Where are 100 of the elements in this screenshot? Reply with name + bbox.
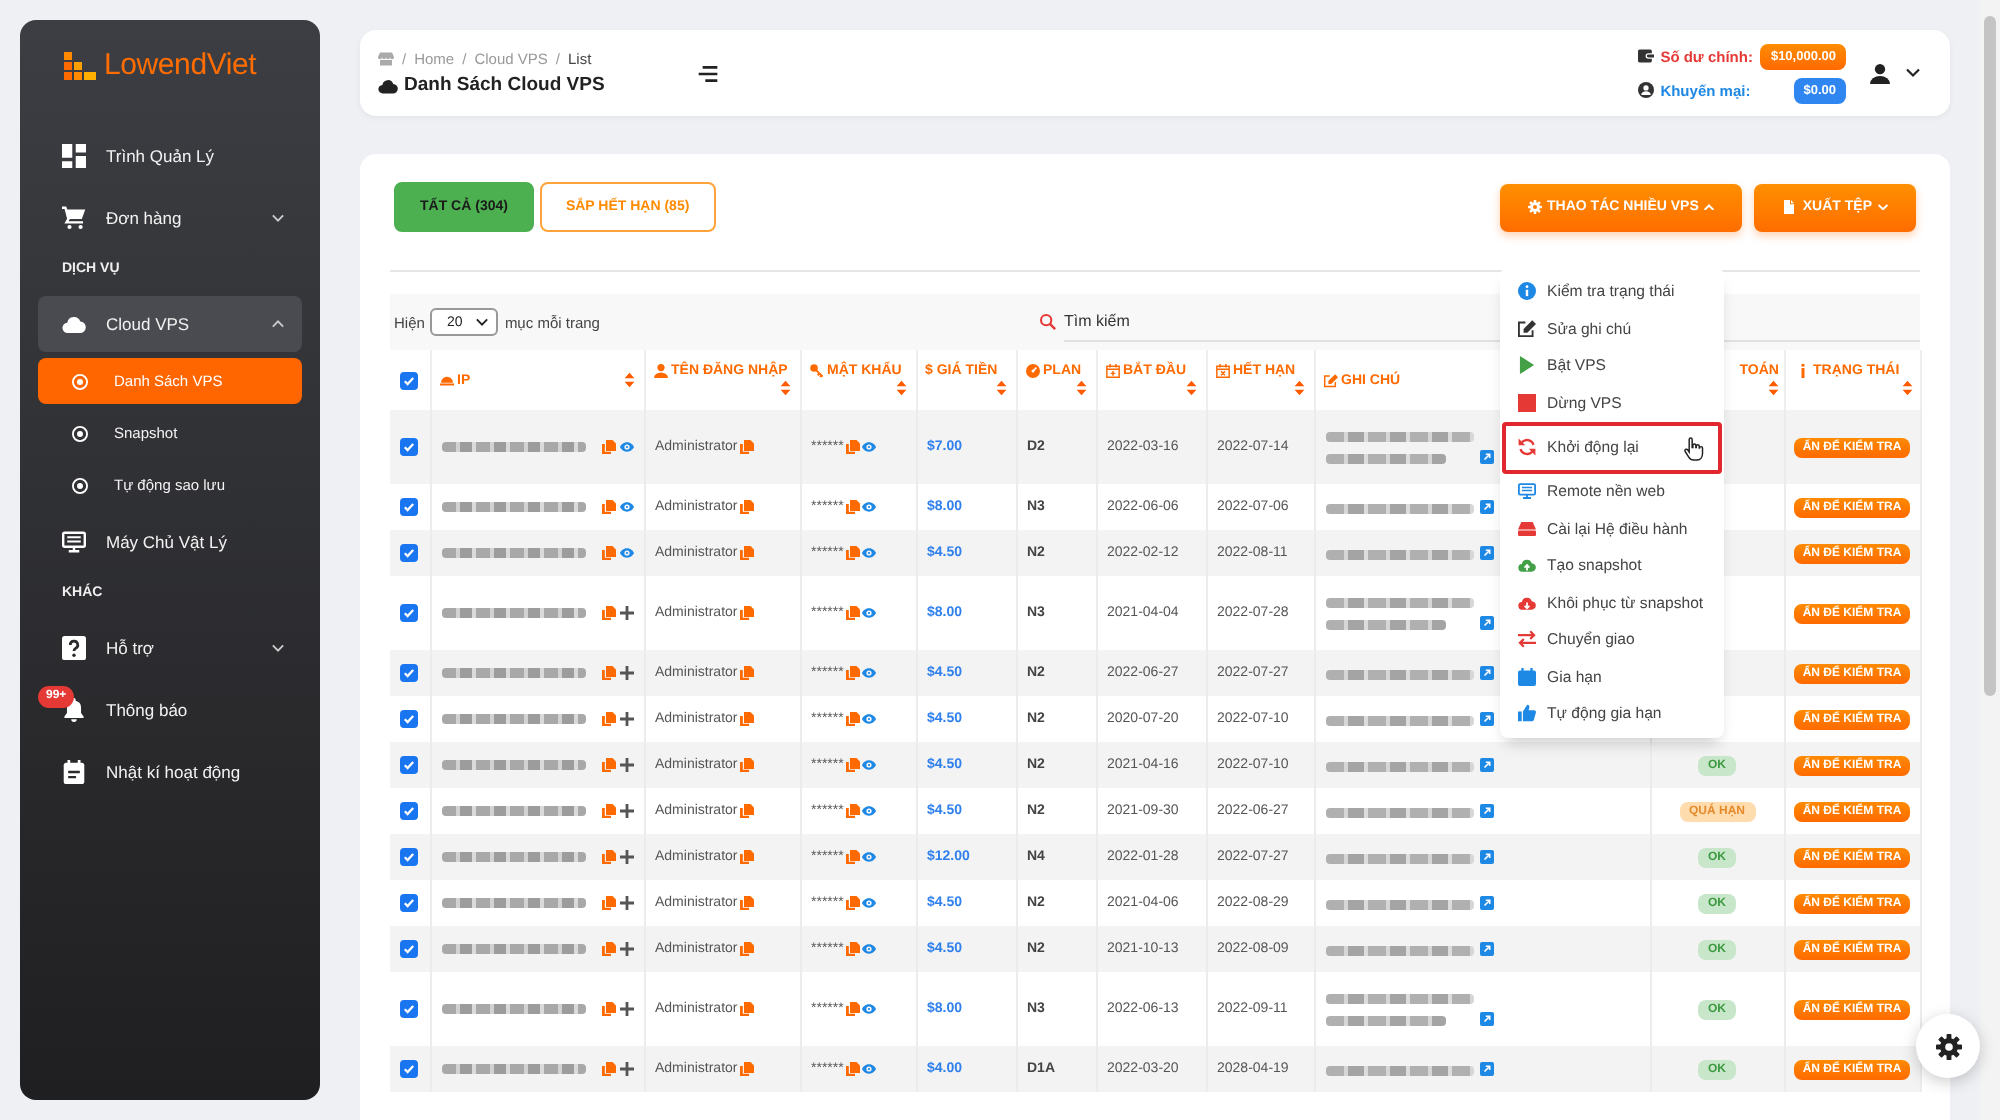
menu-icon[interactable] [698, 65, 718, 81]
copy-icon[interactable] [845, 606, 860, 620]
external-link-icon[interactable] [1479, 449, 1493, 463]
sort-icon[interactable] [996, 380, 1007, 396]
copy-icon[interactable] [845, 1002, 860, 1016]
copy-icon[interactable] [845, 546, 860, 560]
row-checkbox[interactable] [400, 664, 418, 682]
plus-icon[interactable] [619, 850, 633, 864]
external-link-icon[interactable] [1479, 500, 1493, 514]
copy-icon[interactable] [845, 758, 860, 772]
copy-icon[interactable] [739, 942, 754, 956]
eye-icon[interactable] [861, 942, 876, 956]
plus-icon[interactable] [619, 1002, 633, 1016]
copy-icon[interactable] [739, 896, 754, 910]
row-checkbox[interactable] [400, 604, 418, 622]
row-checkbox[interactable] [400, 710, 418, 728]
copy-icon[interactable] [845, 942, 860, 956]
sort-icon[interactable] [1076, 380, 1087, 396]
sidebar-item[interactable]: Máy Chủ Vật Lý [38, 514, 302, 570]
copy-icon[interactable] [739, 546, 754, 560]
select-all-checkbox[interactable] [400, 371, 418, 389]
plus-icon[interactable] [619, 1062, 633, 1076]
eye-icon[interactable] [861, 440, 876, 454]
plus-icon[interactable] [619, 942, 633, 956]
plus-icon[interactable] [619, 758, 633, 772]
copy-icon[interactable] [601, 500, 615, 514]
copy-icon[interactable] [845, 712, 860, 726]
plus-icon[interactable] [619, 896, 633, 910]
eye-icon[interactable] [861, 850, 876, 864]
row-checkbox[interactable] [400, 894, 418, 912]
plus-icon[interactable] [619, 606, 633, 620]
sort-icon[interactable] [1902, 380, 1913, 396]
row-checkbox[interactable] [400, 498, 418, 516]
plus-icon[interactable] [619, 804, 633, 818]
external-link-icon[interactable] [1479, 896, 1493, 910]
settings-button[interactable] [1916, 1014, 1980, 1078]
external-link-icon[interactable] [1479, 1011, 1493, 1025]
external-link-icon[interactable] [1479, 942, 1493, 956]
scrollbar-thumb[interactable] [1984, 16, 1996, 696]
user-menu-button[interactable] [1870, 63, 1920, 83]
copy-icon[interactable] [739, 804, 754, 818]
copy-icon[interactable] [845, 804, 860, 818]
row-checkbox[interactable] [400, 802, 418, 820]
external-link-icon[interactable] [1479, 758, 1493, 772]
eye-icon[interactable] [861, 758, 876, 772]
eye-icon[interactable] [861, 804, 876, 818]
external-link-icon[interactable] [1479, 712, 1493, 726]
eye-icon[interactable] [619, 546, 633, 560]
external-link-icon[interactable] [1479, 666, 1493, 680]
copy-icon[interactable] [739, 666, 754, 680]
store-icon[interactable] [378, 52, 394, 66]
eye-icon[interactable] [861, 666, 876, 680]
external-link-icon[interactable] [1479, 546, 1493, 560]
sidebar-item[interactable]: Nhật kí hoạt động [38, 744, 302, 800]
copy-icon[interactable] [601, 440, 615, 454]
row-checkbox[interactable] [400, 544, 418, 562]
copy-icon[interactable] [845, 896, 860, 910]
row-checkbox[interactable] [400, 1000, 418, 1018]
eye-icon[interactable] [619, 440, 633, 454]
sort-icon[interactable] [896, 380, 907, 396]
external-link-icon[interactable] [1479, 804, 1493, 818]
copy-icon[interactable] [845, 666, 860, 680]
copy-icon[interactable] [601, 546, 615, 560]
external-link-icon[interactable] [1479, 1062, 1493, 1076]
copy-icon[interactable] [845, 500, 860, 514]
eye-icon[interactable] [861, 1062, 876, 1076]
eye-icon[interactable] [861, 896, 876, 910]
eye-icon[interactable] [861, 712, 876, 726]
row-checkbox[interactable] [400, 940, 418, 958]
copy-icon[interactable] [739, 712, 754, 726]
copy-icon[interactable] [845, 1062, 860, 1076]
eye-icon[interactable] [861, 606, 876, 620]
sort-icon[interactable] [624, 372, 635, 388]
sidebar-item[interactable]: Trình Quản Lý [38, 128, 302, 184]
copy-icon[interactable] [739, 500, 754, 514]
sort-icon[interactable] [780, 380, 791, 396]
eye-icon[interactable] [861, 1002, 876, 1016]
row-checkbox[interactable] [400, 848, 418, 866]
sort-icon[interactable] [1294, 380, 1305, 396]
copy-icon[interactable] [845, 850, 860, 864]
copy-icon[interactable] [739, 1062, 754, 1076]
row-checkbox[interactable] [400, 1060, 418, 1078]
sort-icon[interactable] [1768, 380, 1779, 396]
copy-icon[interactable] [739, 1002, 754, 1016]
sidebar-item[interactable]: Đơn hàng [38, 190, 302, 246]
external-link-icon[interactable] [1479, 615, 1493, 629]
row-checkbox[interactable] [400, 438, 418, 456]
copy-icon[interactable] [739, 758, 754, 772]
copy-icon[interactable] [739, 440, 754, 454]
eye-icon[interactable] [861, 546, 876, 560]
plus-icon[interactable] [619, 666, 633, 680]
copy-icon[interactable] [739, 850, 754, 864]
eye-icon[interactable] [861, 500, 876, 514]
plus-icon[interactable] [619, 712, 633, 726]
sort-icon[interactable] [1186, 380, 1197, 396]
copy-icon[interactable] [845, 440, 860, 454]
sidebar-item[interactable]: Hỗ trợ [38, 620, 302, 676]
external-link-icon[interactable] [1479, 850, 1493, 864]
eye-icon[interactable] [619, 500, 633, 514]
copy-icon[interactable] [739, 606, 754, 620]
